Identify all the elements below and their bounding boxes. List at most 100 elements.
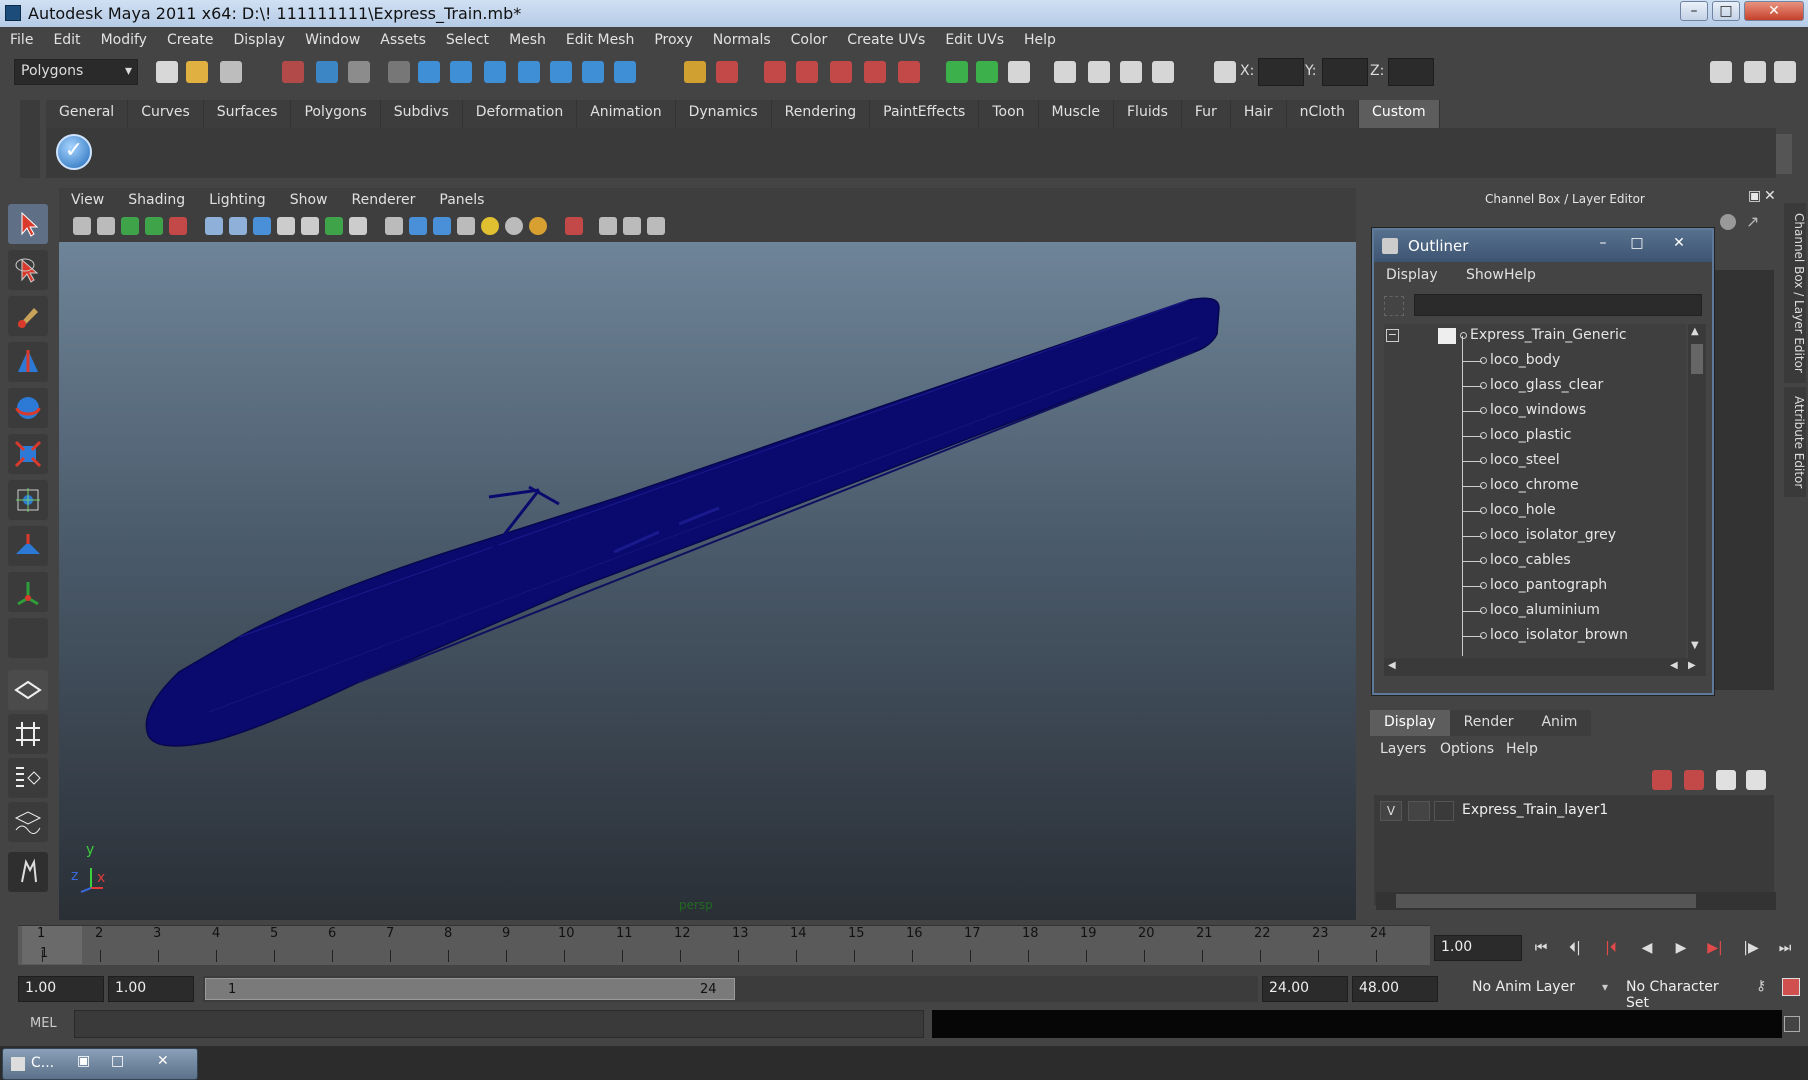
maximize-button[interactable]: □	[1712, 1, 1740, 21]
menu-modify[interactable]: Modify	[91, 32, 157, 48]
layer-tab-display[interactable]: Display	[1370, 710, 1450, 736]
scroll-right-icon[interactable]: ▶	[1688, 660, 1696, 671]
layer-menu-options[interactable]: Options	[1440, 741, 1494, 757]
command-language-label[interactable]: MEL	[30, 1016, 57, 1031]
resolution-gate-icon[interactable]	[229, 217, 247, 235]
show-manipulator-icon[interactable]	[8, 572, 48, 612]
render-frame-icon[interactable]	[764, 61, 786, 83]
menu-window[interactable]: Window	[295, 32, 370, 48]
tab-attribute-editor[interactable]: Attribute Editor	[1784, 387, 1806, 497]
menu-file[interactable]: File	[0, 32, 43, 48]
outliner-search-field[interactable]	[1414, 294, 1702, 316]
smooth-shade-icon[interactable]	[409, 217, 427, 235]
universal-manipulator-icon[interactable]	[8, 480, 48, 520]
playback-end-field[interactable]: 24.00	[1262, 976, 1348, 1002]
shelf-tab-toon[interactable]: Toon	[979, 100, 1039, 128]
layer-menu-layers[interactable]: Layers	[1380, 741, 1426, 757]
lock-icon[interactable]	[684, 61, 706, 83]
viewport-menu-shading[interactable]: Shading	[116, 192, 197, 208]
outliner-item[interactable]: loco_windows	[1384, 399, 1686, 424]
viewport-menu-renderer[interactable]: Renderer	[339, 192, 427, 208]
menu-proxy[interactable]: Proxy	[644, 32, 702, 48]
shelf-tab-curves[interactable]: Curves	[128, 100, 204, 128]
step-back-frame-icon[interactable]: ⏴|	[1562, 936, 1588, 960]
shelf-tab-fur[interactable]: Fur	[1181, 100, 1231, 128]
lasso-tool-icon[interactable]	[8, 250, 48, 290]
shadows-icon[interactable]	[529, 217, 547, 235]
camera-icon[interactable]	[73, 217, 91, 235]
shelf-tab-muscle[interactable]: Muscle	[1038, 100, 1114, 128]
shelf-tab-hair[interactable]: Hair	[1230, 100, 1287, 128]
shelf-menu-handle[interactable]	[20, 100, 40, 178]
select-object-icon[interactable]	[316, 61, 338, 83]
layer-visibility-toggle[interactable]: V	[1380, 801, 1402, 821]
select-tool-icon[interactable]	[8, 204, 48, 244]
show-hide-icon[interactable]	[1054, 61, 1076, 83]
go-to-end-icon[interactable]: ⏭	[1772, 936, 1798, 960]
scale-tool-icon[interactable]	[8, 434, 48, 474]
float-panel-icon[interactable]: ▣	[1748, 188, 1761, 204]
scroll-thumb[interactable]	[1396, 894, 1696, 908]
select-hierarchy-icon[interactable]	[282, 61, 304, 83]
menu-create[interactable]: Create	[157, 32, 224, 48]
menu-select[interactable]: Select	[436, 32, 499, 48]
menu-display[interactable]: Display	[223, 32, 295, 48]
outliner-item[interactable]: loco_body	[1384, 349, 1686, 374]
sidebar-toggle-icon[interactable]	[1008, 61, 1030, 83]
scroll-left-icon[interactable]: ◀	[1670, 660, 1678, 671]
render-view-icon[interactable]	[898, 61, 920, 83]
outliner-item[interactable]: loco_glass_clear	[1384, 374, 1686, 399]
playback-start-field[interactable]: 1.00	[108, 976, 194, 1002]
outliner-layout-icon[interactable]	[8, 758, 48, 798]
shelf-tab-dynamics[interactable]: Dynamics	[675, 100, 772, 128]
shelf-tab-polygons[interactable]: Polygons	[291, 100, 381, 128]
command-input[interactable]	[74, 1010, 924, 1038]
layer-tab-render[interactable]: Render	[1449, 710, 1528, 736]
open-scene-icon[interactable]	[186, 61, 208, 83]
layer-empty-icon[interactable]	[1716, 770, 1736, 790]
shelf-tab-animation[interactable]: Animation	[577, 100, 676, 128]
construction-history-icon[interactable]	[716, 61, 738, 83]
outliner-item[interactable]: loco_hole	[1384, 499, 1686, 524]
image-plane-icon[interactable]	[145, 217, 163, 235]
shelf-scroll[interactable]	[1776, 134, 1792, 174]
history-icon[interactable]	[582, 61, 604, 83]
new-scene-icon[interactable]	[156, 61, 178, 83]
safe-title-icon[interactable]	[325, 217, 343, 235]
minimize-button[interactable]: –	[1680, 1, 1708, 21]
rotate-tool-icon[interactable]	[8, 388, 48, 428]
save-scene-icon[interactable]	[220, 61, 242, 83]
viewport-menu-panels[interactable]: Panels	[427, 192, 496, 208]
quick-select-icon[interactable]	[976, 61, 998, 83]
outliner-menu-show[interactable]: Show	[1466, 267, 1504, 283]
outliner-filter-toggle[interactable]	[1384, 296, 1404, 316]
make-live-icon[interactable]	[550, 61, 572, 83]
outliner-item[interactable]: loco_aluminium	[1384, 599, 1686, 624]
shelf-tab-general[interactable]: General	[46, 100, 129, 128]
outliner-item[interactable]: loco_cables	[1384, 549, 1686, 574]
layer-new-icon[interactable]	[1652, 770, 1672, 790]
scroll-down-icon[interactable]: ▼	[1691, 640, 1699, 651]
menu-set-dropdown[interactable]: Polygons ▾	[14, 59, 138, 85]
character-set-dropdown[interactable]: No Character Set	[1620, 976, 1750, 1011]
snap-point-icon[interactable]	[484, 61, 506, 83]
character-icon[interactable]	[8, 852, 48, 892]
layer-tab-anim[interactable]: Anim	[1527, 710, 1592, 736]
outliner-horizontal-scrollbar[interactable]: ◀ ◀ ▶	[1384, 658, 1706, 676]
channel-box-icon[interactable]	[1152, 61, 1174, 83]
scroll-thumb[interactable]	[1691, 344, 1703, 374]
layer-add-selected-icon[interactable]	[1746, 770, 1766, 790]
outliner-item[interactable]: loco_isolator_grey	[1384, 524, 1686, 549]
input-line-icon[interactable]	[946, 61, 968, 83]
last-tool-slot[interactable]	[8, 618, 48, 658]
gate-mask-icon[interactable]	[253, 217, 271, 235]
tree-root-row[interactable]: − Express_Train_Generic	[1384, 324, 1686, 349]
xray-components-icon[interactable]	[647, 217, 665, 235]
xray-joints-icon[interactable]	[623, 217, 641, 235]
shelf-tab-ncloth[interactable]: nCloth	[1286, 100, 1360, 128]
default-lighting-icon[interactable]	[481, 217, 499, 235]
xray-icon[interactable]	[599, 217, 617, 235]
select-component-icon[interactable]	[348, 61, 370, 83]
hypershade-icon[interactable]	[864, 61, 886, 83]
step-forward-key-icon[interactable]: ▶|	[1702, 936, 1728, 960]
